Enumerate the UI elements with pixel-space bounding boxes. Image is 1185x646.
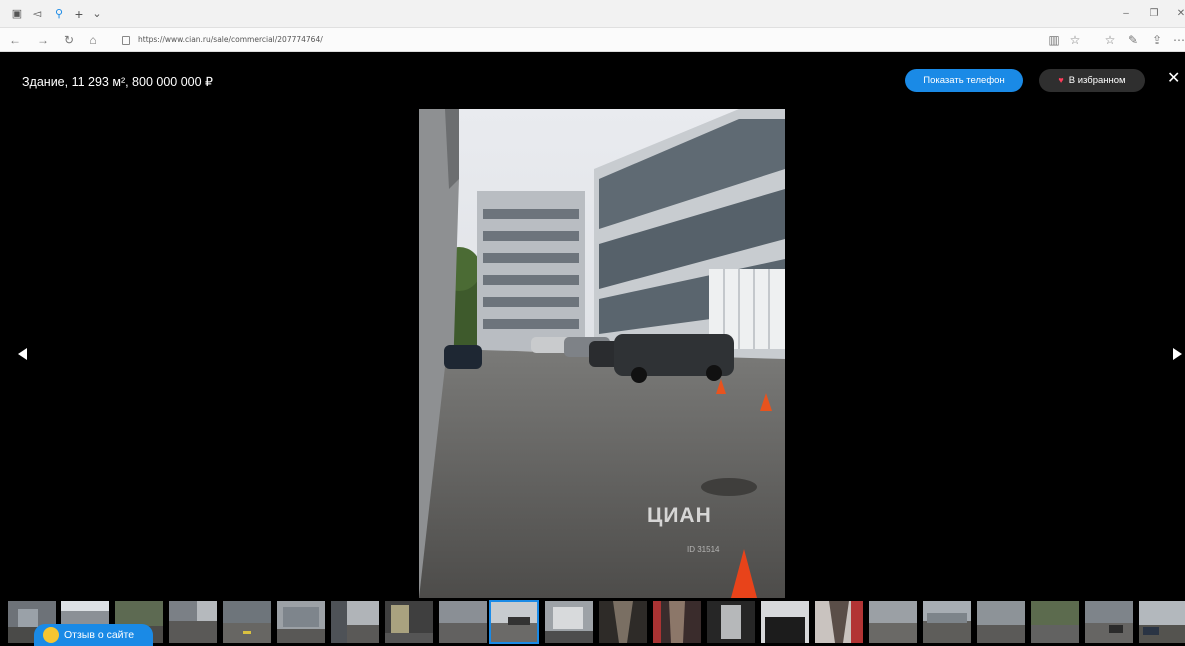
share-icon[interactable]: ⇪ <box>1150 33 1164 47</box>
cian-watermark-id: ID 31514 <box>687 545 720 554</box>
thumbnail[interactable] <box>1139 601 1185 643</box>
thumbnail[interactable] <box>815 601 863 643</box>
back-arrow-icon[interactable]: ← <box>8 33 22 47</box>
favorites-button[interactable]: ♥ В избранном <box>1039 69 1145 92</box>
thumbnail[interactable] <box>277 601 325 643</box>
tab-preview-icon[interactable]: ▣ <box>10 7 24 21</box>
show-phone-button[interactable]: Показать телефон <box>905 69 1023 92</box>
thumbnail[interactable] <box>653 601 701 643</box>
smile-icon <box>43 627 59 643</box>
courtyard-photo <box>419 109 785 598</box>
site-feedback-button[interactable]: Отзыв о сайте <box>34 624 153 646</box>
thumbnail[interactable] <box>599 601 647 643</box>
thumbnail[interactable] <box>1085 601 1133 643</box>
thumbnail[interactable] <box>869 601 917 643</box>
thumbnail[interactable] <box>1031 601 1079 643</box>
thumbnail[interactable] <box>385 601 433 643</box>
thumbnail[interactable] <box>707 601 755 643</box>
refresh-icon[interactable]: ↻ <box>62 33 76 47</box>
favorites-label: В избранном <box>1068 75 1126 86</box>
tab-list-icon[interactable]: ⌄ <box>90 7 104 21</box>
reading-view-icon[interactable]: ▥ <box>1047 33 1061 47</box>
thumbnail-active[interactable] <box>489 600 539 644</box>
thumbnail[interactable] <box>977 601 1025 643</box>
previous-photo-arrow-icon[interactable] <box>18 348 27 360</box>
listing-title: Здание, 11 293 м², 800 000 000 ₽ <box>22 75 213 89</box>
thumbnail[interactable] <box>223 601 271 643</box>
favorite-star-icon[interactable]: ☆ <box>1068 33 1082 47</box>
window-close-icon[interactable]: ✕ <box>1175 7 1185 21</box>
pen-icon[interactable]: ✎ <box>1126 33 1140 47</box>
restore-icon[interactable]: ❐ <box>1148 7 1160 21</box>
feedback-label: Отзыв о сайте <box>64 629 135 641</box>
photo-gallery: Здание, 11 293 м², 800 000 000 ₽ Показат… <box>0 53 1185 646</box>
tab-back-icon[interactable]: ◅ <box>30 7 44 21</box>
thumbnail[interactable] <box>923 601 971 643</box>
cian-watermark: ЦИАН <box>647 504 712 527</box>
url-text: https://www.cian.ru/sale/commercial/2077… <box>138 35 323 44</box>
browser-tab-bar: ▣ ◅ ⚲ + ⌄ – ❐ ✕ <box>0 0 1185 28</box>
close-icon[interactable]: ✕ <box>1167 70 1180 88</box>
thumbnail[interactable] <box>439 601 487 643</box>
new-tab-icon[interactable]: + <box>72 7 86 21</box>
main-photo: ЦИАН ID 31514 <box>419 109 785 598</box>
minimize-icon[interactable]: – <box>1120 7 1132 21</box>
thumbnail[interactable] <box>545 601 593 643</box>
lock-icon <box>122 35 130 45</box>
thumbnail[interactable] <box>761 601 809 643</box>
thumbnail[interactable] <box>169 601 217 643</box>
next-photo-arrow-icon[interactable] <box>1173 348 1182 360</box>
heart-icon: ♥ <box>1058 75 1064 85</box>
favorites-list-icon[interactable]: ☆ <box>1103 33 1117 47</box>
more-icon[interactable]: ⋯ <box>1172 33 1185 47</box>
home-icon[interactable]: ⌂ <box>86 33 100 47</box>
url-field[interactable]: https://www.cian.ru/sale/commercial/2077… <box>122 33 323 47</box>
browser-address-bar: ← → ↻ ⌂ https://www.cian.ru/sale/commerc… <box>0 28 1185 52</box>
location-pin-icon[interactable]: ⚲ <box>52 7 66 21</box>
thumbnail[interactable] <box>331 601 379 643</box>
forward-arrow-icon[interactable]: → <box>36 33 50 47</box>
thumbnail-strip <box>8 600 1185 646</box>
